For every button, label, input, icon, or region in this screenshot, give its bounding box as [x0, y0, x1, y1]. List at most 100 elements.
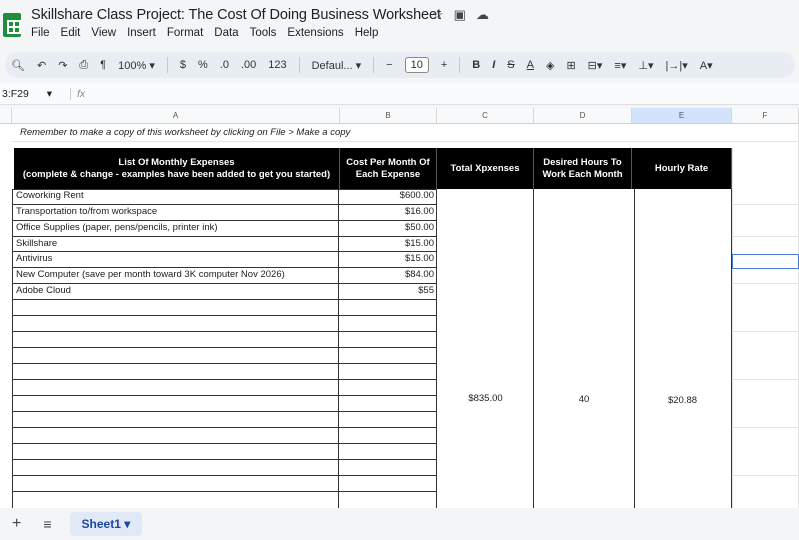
name-box[interactable]: 3:F29 ▾	[0, 88, 58, 100]
menu-edit[interactable]: Edit	[61, 27, 81, 39]
row-border	[12, 315, 437, 316]
header-monthly-expenses[interactable]: List Of Monthly Expenses (complete & cha…	[14, 148, 340, 189]
undo-icon[interactable]: ↶	[37, 59, 46, 72]
strikethrough-icon[interactable]: S	[507, 59, 514, 71]
expense-cost-cell[interactable]: $84.00	[340, 268, 434, 282]
row-border	[12, 331, 437, 332]
column-header-b[interactable]: B	[340, 108, 437, 124]
expense-cost-cell[interactable]: $55	[340, 284, 434, 298]
redo-icon[interactable]: ↷	[58, 59, 67, 72]
expense-cost-cell[interactable]: $600.00	[340, 189, 434, 203]
spreadsheet-grid[interactable]: A B C D E F Remember to make a copy of t…	[0, 108, 799, 508]
column-header-a[interactable]: A	[12, 108, 340, 124]
expense-name-cell[interactable]: Office Supplies (paper, pens/pencils, pr…	[16, 221, 336, 235]
expense-name-cell[interactable]: Transportation to/from workspace	[16, 205, 336, 219]
expense-cost-cell[interactable]: $15.00	[340, 237, 434, 251]
column-border	[533, 189, 534, 508]
font-select[interactable]: Defaul... ▾	[312, 59, 362, 72]
rotate-icon[interactable]: A▾	[700, 59, 713, 72]
row-border	[12, 379, 437, 380]
search-icon[interactable]: 🔍︎	[11, 59, 25, 72]
decrease-decimal-button[interactable]: .0	[220, 59, 229, 71]
print-icon[interactable]: ⎙	[79, 59, 88, 72]
toolbar: 🔍︎ ↶ ↷ ⎙ ¶ 100% ▾ $ % .0 .00 123 Defaul.…	[5, 52, 795, 78]
menu-view[interactable]: View	[91, 27, 116, 39]
sheet-tab-bar: + ≡ Sheet1 ▾	[0, 508, 799, 540]
expense-name-cell[interactable]: Skillshare	[16, 237, 336, 251]
menu-file[interactable]: File	[31, 27, 50, 39]
font-size-increase-icon[interactable]: +	[441, 59, 447, 71]
wrap-icon[interactable]: |→|▾	[665, 59, 687, 72]
column-header-e[interactable]: E	[632, 108, 732, 124]
expense-name-cell[interactable]: Adobe Cloud	[16, 284, 336, 298]
row-border	[12, 347, 437, 348]
row-gridline	[732, 475, 799, 476]
row-gridline	[732, 427, 799, 428]
document-title[interactable]: Skillshare Class Project: The Cost Of Do…	[31, 7, 441, 23]
row-gridline	[732, 331, 799, 332]
column-header-f[interactable]: F	[732, 108, 799, 124]
merge-cells-icon[interactable]: ⊟▾	[588, 59, 603, 72]
header-hourly-rate[interactable]: Hourly Rate	[632, 148, 732, 189]
column-header-d[interactable]: D	[534, 108, 632, 124]
text-color-button[interactable]: A	[527, 59, 534, 71]
selected-cell[interactable]	[732, 254, 799, 269]
expense-cost-cell[interactable]: $15.00	[340, 252, 434, 266]
paint-format-icon[interactable]: ¶	[100, 59, 106, 71]
toolbar-divider	[373, 57, 375, 73]
row-gridline	[732, 379, 799, 380]
formula-bar: 3:F29 ▾ fx	[0, 83, 799, 105]
toolbar-divider	[166, 57, 168, 73]
menu-bar: File Edit View Insert Format Data Tools …	[31, 27, 378, 39]
menu-tools[interactable]: Tools	[250, 27, 277, 39]
italic-button[interactable]: I	[492, 59, 495, 71]
row-gridline	[732, 283, 799, 284]
expense-name-cell[interactable]: Coworking Rent	[16, 189, 336, 203]
header-cost-per-month[interactable]: Cost Per Month Of Each Expense	[340, 148, 437, 189]
menu-extensions[interactable]: Extensions	[287, 27, 343, 39]
tab-sheet1[interactable]: Sheet1 ▾	[69, 512, 143, 536]
zoom-select[interactable]: 100% ▾	[118, 59, 155, 72]
add-sheet-icon[interactable]: +	[12, 515, 21, 533]
toolbar-divider	[298, 57, 300, 73]
menu-insert[interactable]: Insert	[127, 27, 156, 39]
menu-data[interactable]: Data	[214, 27, 238, 39]
expense-cost-cell[interactable]: $16.00	[340, 205, 434, 219]
header-desired-hours[interactable]: Desired Hours To Work Each Month	[534, 148, 632, 189]
copy-instructions-note[interactable]: Remember to make a copy of this workshee…	[20, 127, 350, 138]
chevron-down-icon: ▾	[46, 87, 52, 100]
cloud-icon[interactable]: ☁	[476, 7, 489, 23]
number-format-button[interactable]: 123	[268, 59, 286, 71]
borders-icon[interactable]: ⊞	[566, 59, 575, 72]
font-size-decrease-icon[interactable]: −	[386, 59, 392, 71]
sheets-logo-icon[interactable]	[3, 13, 21, 37]
all-sheets-icon[interactable]: ≡	[43, 516, 51, 532]
row-border	[12, 427, 437, 428]
valign-icon[interactable]: ⊥▾	[638, 59, 653, 72]
total-expenses-value[interactable]: $835.00	[437, 392, 534, 406]
desired-hours-value[interactable]: 40	[534, 393, 634, 407]
currency-button[interactable]: $	[180, 59, 186, 71]
column-border	[634, 189, 635, 508]
folder-icon[interactable]: ▣	[454, 7, 466, 23]
increase-decimal-button[interactable]: .00	[241, 59, 256, 71]
align-icon[interactable]: ≡▾	[614, 59, 626, 72]
bold-button[interactable]: B	[472, 59, 480, 71]
toolbar-divider	[459, 57, 461, 73]
menu-format[interactable]: Format	[167, 27, 203, 39]
menu-help[interactable]: Help	[355, 27, 379, 39]
select-all-corner[interactable]	[0, 108, 12, 124]
expense-name-cell[interactable]: New Computer (save per month toward 3K c…	[16, 268, 336, 282]
row-gridline	[732, 204, 799, 205]
row-gridline	[732, 236, 799, 237]
expense-cost-cell[interactable]: $50.00	[340, 221, 434, 235]
expense-name-cell[interactable]: Antivirus	[16, 252, 336, 266]
star-icon[interactable]: ☆	[432, 7, 444, 23]
hourly-rate-value[interactable]: $20.88	[634, 394, 731, 408]
font-size-input[interactable]: 10	[404, 57, 429, 73]
column-header-c[interactable]: C	[437, 108, 534, 124]
fill-color-icon[interactable]: ◈	[546, 59, 554, 72]
percent-button[interactable]: %	[198, 59, 208, 71]
header-total-expenses[interactable]: Total Xpxenses	[437, 148, 534, 189]
row-gridline	[12, 141, 799, 142]
